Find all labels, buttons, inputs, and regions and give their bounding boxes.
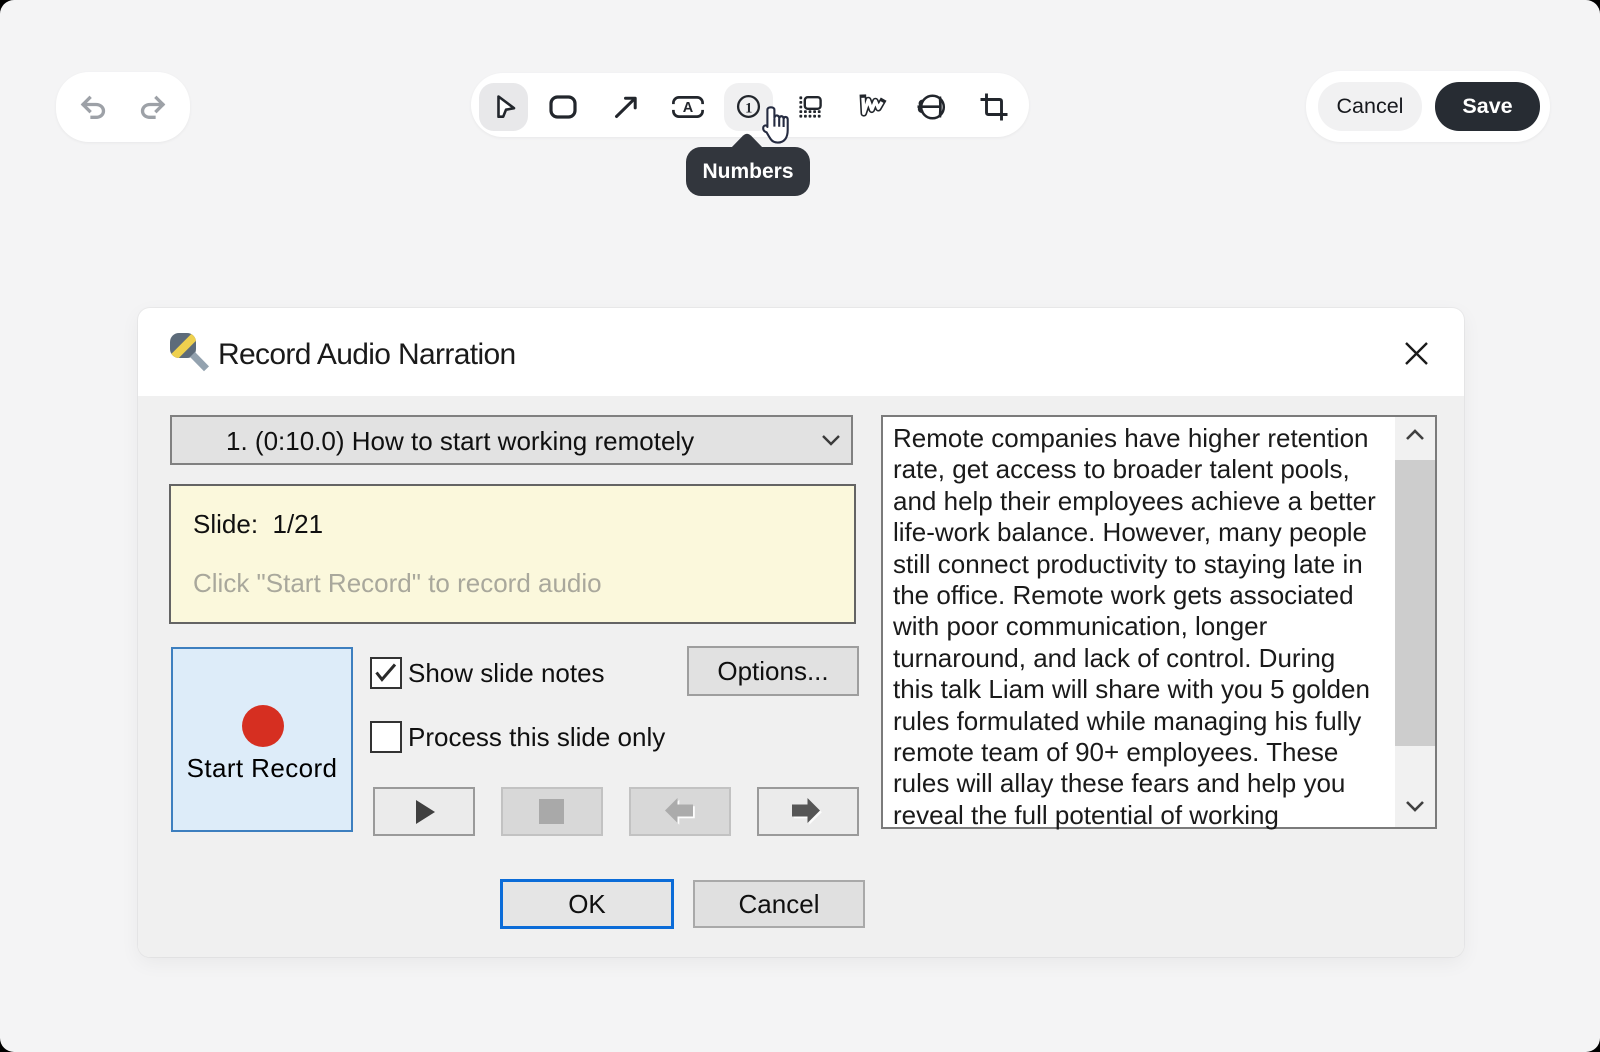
svg-text:A: A — [683, 100, 694, 116]
svg-text:1: 1 — [745, 100, 752, 116]
